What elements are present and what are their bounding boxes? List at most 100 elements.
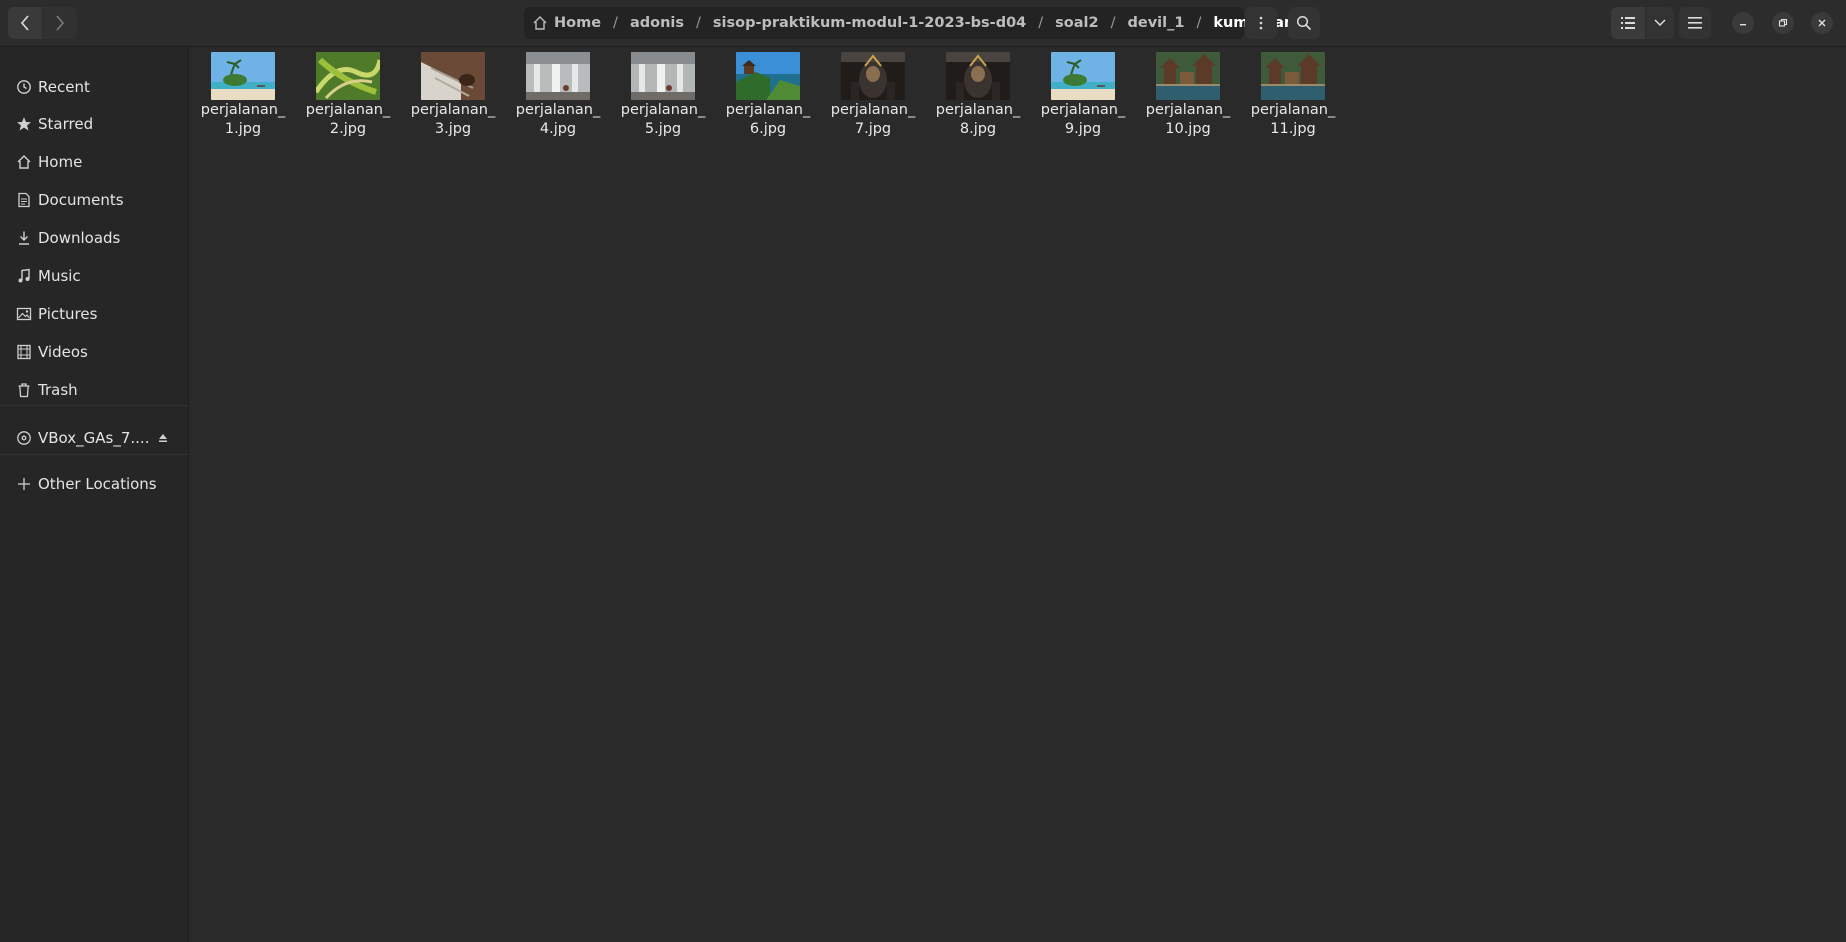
back-button[interactable] — [8, 7, 42, 39]
file-item[interactable]: perjalanan_ 10.jpg — [1137, 52, 1239, 138]
sidebar-item-device[interactable]: VBox_GAs_7.... — [0, 420, 188, 456]
sidebar-item-label: Other Locations — [38, 475, 157, 493]
path-menu-button[interactable] — [1245, 7, 1277, 39]
sidebar-item-recent[interactable]: Recent — [0, 69, 188, 105]
trash-icon — [18, 383, 30, 398]
file-item[interactable]: perjalanan_ 4.jpg — [507, 52, 609, 138]
breadcrumb-item[interactable]: adonis — [624, 15, 690, 31]
file-name-line: perjalanan_ — [725, 102, 811, 118]
sidebar-item-label: Starred — [38, 115, 94, 133]
breadcrumb-item[interactable]: sisop-praktikum-modul-1-2023-bs-d04 — [707, 15, 1032, 31]
search-icon — [1296, 15, 1312, 31]
sidebar-item-label: Videos — [38, 343, 88, 361]
image-thumbnail — [1156, 52, 1220, 100]
picture-icon — [16, 307, 32, 321]
file-item[interactable]: perjalanan_ 2.jpg — [297, 52, 399, 138]
file-item[interactable]: perjalanan_ 7.jpg — [822, 52, 924, 138]
eject-button[interactable] — [152, 427, 174, 449]
image-thumbnail — [631, 52, 695, 100]
document-icon — [18, 192, 30, 208]
file-name-line: 3.jpg — [434, 121, 472, 137]
file-name-line: perjalanan_ — [1250, 102, 1336, 118]
sidebar-item-music[interactable]: Music — [0, 258, 188, 294]
file-name-line: perjalanan_ — [200, 102, 286, 118]
chevron-right-icon — [56, 15, 65, 31]
breadcrumb-label: Home — [554, 15, 602, 31]
header-bar: Home / adonis / sisop-praktikum-modul-1-… — [0, 0, 1846, 47]
file-item[interactable]: perjalanan_ 11.jpg — [1242, 52, 1344, 138]
star-icon — [17, 117, 31, 131]
sidebar-item-label: Home — [38, 153, 83, 171]
file-name-line: 9.jpg — [1064, 121, 1102, 137]
music-icon — [18, 268, 30, 283]
file-item[interactable]: perjalanan_ 6.jpg — [717, 52, 819, 138]
image-thumbnail — [946, 52, 1010, 100]
main-menu-button[interactable] — [1679, 7, 1711, 39]
file-grid: perjalanan_ 1.jpg perjalanan_ 2.jpg perj… — [189, 47, 1846, 942]
sidebar-item-label: Trash — [38, 381, 78, 399]
minimize-button[interactable] — [1732, 12, 1754, 34]
breadcrumb-home[interactable]: Home — [524, 15, 607, 31]
image-thumbnail — [841, 52, 905, 100]
file-name-line: 1.jpg — [224, 121, 262, 137]
file-name-line: perjalanan_ — [1145, 102, 1231, 118]
breadcrumb-separator: / — [1038, 15, 1044, 31]
sidebar-item-downloads[interactable]: Downloads — [0, 220, 188, 256]
breadcrumb-item[interactable]: soal2 — [1049, 15, 1104, 31]
forward-button[interactable] — [43, 7, 77, 39]
disc-icon — [17, 431, 31, 445]
file-item[interactable]: perjalanan_ 8.jpg — [927, 52, 1029, 138]
sidebar-item-home[interactable]: Home — [0, 144, 188, 180]
breadcrumb-separator: / — [1110, 15, 1116, 31]
image-thumbnail — [736, 52, 800, 100]
eject-icon — [159, 434, 167, 442]
file-name-line: 11.jpg — [1270, 121, 1316, 137]
file-item[interactable]: perjalanan_ 1.jpg — [192, 52, 294, 138]
image-thumbnail — [421, 52, 485, 100]
image-thumbnail — [526, 52, 590, 100]
breadcrumb: Home / adonis / sisop-praktikum-modul-1-… — [524, 7, 1312, 39]
file-name-line: 8.jpg — [959, 121, 997, 137]
file-name-line: perjalanan_ — [620, 102, 706, 118]
image-thumbnail — [211, 52, 275, 100]
image-thumbnail — [1261, 52, 1325, 100]
file-item[interactable]: perjalanan_ 9.jpg — [1032, 52, 1134, 138]
file-name-line: 5.jpg — [644, 121, 682, 137]
image-thumbnail — [316, 52, 380, 100]
breadcrumb-separator: / — [1196, 15, 1202, 31]
restore-icon — [1778, 18, 1788, 27]
breadcrumb-label: sisop-praktikum-modul-1-2023-bs-d04 — [712, 15, 1027, 31]
sidebar-item-label: Downloads — [38, 229, 121, 247]
sidebar-item-videos[interactable]: Videos — [0, 334, 188, 370]
chevron-left-icon — [20, 15, 29, 31]
plus-icon — [18, 478, 30, 490]
search-button[interactable] — [1288, 7, 1320, 39]
sidebar-item-documents[interactable]: Documents — [0, 182, 188, 218]
file-name-line: 2.jpg — [329, 121, 367, 137]
vertical-dots-icon — [1259, 16, 1263, 30]
file-item[interactable]: perjalanan_ 3.jpg — [402, 52, 504, 138]
sidebar-item-label: VBox_GAs_7.... — [38, 429, 150, 447]
sidebar-item-label: Documents — [38, 191, 124, 209]
sidebar-item-starred[interactable]: Starred — [0, 106, 188, 142]
file-name-line: 10.jpg — [1165, 121, 1211, 137]
download-icon — [19, 231, 29, 245]
file-item[interactable]: perjalanan_ 5.jpg — [612, 52, 714, 138]
file-name-line: 6.jpg — [749, 121, 787, 137]
view-options-dropdown[interactable] — [1646, 7, 1674, 39]
sidebar-item-pictures[interactable]: Pictures — [0, 296, 188, 332]
sidebar-item-other-locations[interactable]: Other Locations — [0, 466, 188, 502]
breadcrumb-item[interactable]: devil_1 — [1121, 15, 1190, 31]
file-name-line: perjalanan_ — [410, 102, 496, 118]
home-icon — [17, 155, 31, 169]
close-button[interactable] — [1811, 12, 1833, 34]
list-view-icon — [1621, 17, 1635, 29]
restore-button[interactable] — [1772, 12, 1794, 34]
file-name-line: perjalanan_ — [830, 102, 916, 118]
sidebar-divider — [0, 454, 188, 455]
sidebar-item-label: Pictures — [38, 305, 98, 323]
sidebar-item-trash[interactable]: Trash — [0, 372, 188, 408]
file-name-line: perjalanan_ — [515, 102, 601, 118]
list-view-button[interactable] — [1611, 7, 1645, 39]
chevron-down-icon — [1654, 19, 1666, 27]
